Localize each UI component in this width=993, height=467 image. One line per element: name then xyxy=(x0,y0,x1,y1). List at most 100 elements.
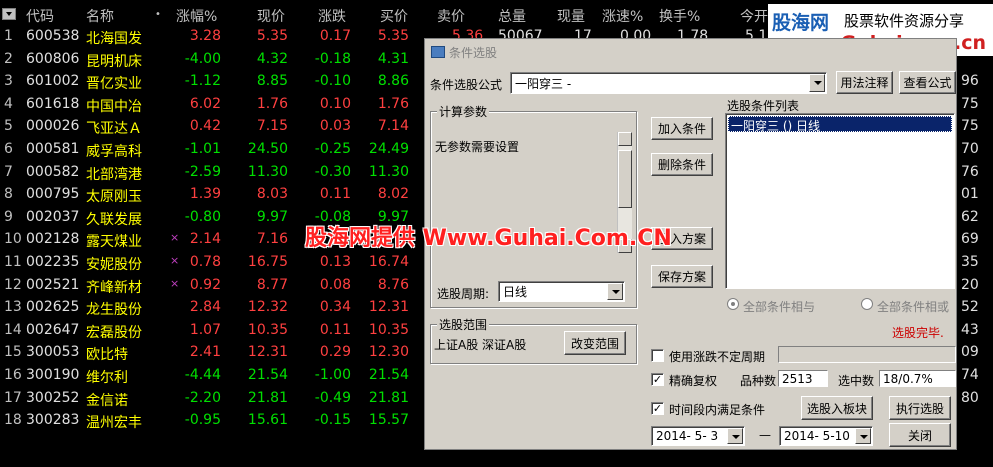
row-bid: 16.74 xyxy=(368,254,409,270)
unfixed-period-label: 使用涨跌不定周期 xyxy=(669,350,766,364)
row-pct: 0.92 xyxy=(189,276,221,293)
row-name: 宏磊股份 xyxy=(86,324,142,341)
row-price: 16.75 xyxy=(247,254,288,270)
row-bid: 1.76 xyxy=(377,95,409,112)
add-condition-button[interactable]: 加入条件 xyxy=(651,117,713,140)
delete-condition-button[interactable]: 删除条件 xyxy=(651,153,713,176)
add-to-block-button[interactable]: 选股入板块 xyxy=(801,396,873,420)
row-bid: 10.35 xyxy=(368,321,409,338)
row-index: 17 xyxy=(4,389,22,406)
usage-notes-button[interactable]: 用法注释 xyxy=(836,71,893,94)
chevron-down-icon[interactable] xyxy=(607,283,623,300)
row-name: 昆明机床 xyxy=(86,53,142,70)
formula-select[interactable]: 一阳穿三 - xyxy=(510,72,827,94)
header-chg[interactable]: 涨跌 xyxy=(318,6,346,26)
header-speed[interactable]: 涨速% xyxy=(602,6,643,26)
row-bid: 24.49 xyxy=(368,141,409,157)
dialog-titlebar[interactable]: 条件选股 xyxy=(425,39,956,65)
scroll-thumb[interactable] xyxy=(618,150,632,208)
row-code: 601002 xyxy=(26,73,80,90)
brand-logo-text: 股海网 xyxy=(772,12,830,34)
row-name: 维尔利 xyxy=(86,370,128,386)
header-turnover[interactable]: 换手% xyxy=(659,6,700,26)
execute-button[interactable]: 执行选股 xyxy=(889,396,951,420)
range-group-title: 选股范围 xyxy=(437,316,490,333)
row-code: 002037 xyxy=(26,208,80,225)
header-bid[interactable]: 买价 xyxy=(380,6,408,26)
scroll-up-icon[interactable] xyxy=(618,132,632,146)
row-index: 11 xyxy=(4,254,22,270)
chevron-down-icon[interactable] xyxy=(855,428,871,444)
row-pct: -4.44 xyxy=(184,367,221,383)
precise-restore-checkbox[interactable]: ✓ xyxy=(651,373,664,386)
time-range-checkbox[interactable]: ✓ xyxy=(651,402,664,415)
row-name: 中国中冶 xyxy=(86,98,142,115)
row-right-value: 43 xyxy=(961,321,979,338)
conditions-list[interactable]: 一阳穿三 () 日线 xyxy=(725,113,955,289)
row-right-value: 20 xyxy=(961,276,979,293)
row-index: 14 xyxy=(4,321,22,338)
header-ask[interactable]: 卖价 xyxy=(437,6,465,26)
row-pct: -1.01 xyxy=(184,141,221,157)
date-from-picker[interactable]: 2014- 5- 3 xyxy=(651,426,745,446)
radio-all-and-label: 全部条件相与 xyxy=(743,300,816,314)
view-formula-button[interactable]: 查看公式 xyxy=(899,71,956,94)
row-bid: 11.30 xyxy=(368,163,409,180)
unfixed-period-checkbox[interactable] xyxy=(651,349,664,362)
row-price: 21.81 xyxy=(247,389,288,406)
row-chg: 0.11 xyxy=(319,186,351,203)
period-label: 选股周期: xyxy=(437,287,490,301)
header-current-vol[interactable]: 现量 xyxy=(557,6,585,26)
row-price: 8.77 xyxy=(256,276,288,293)
row-code: 002128 xyxy=(26,231,80,248)
radio-all-and[interactable] xyxy=(727,298,739,310)
header-volume[interactable]: 总量 xyxy=(498,6,526,26)
row-name: 飞亚达Ａ xyxy=(86,121,142,138)
header-code[interactable]: 代码 xyxy=(26,6,54,26)
period-select[interactable]: 日线 xyxy=(498,281,625,302)
radio-all-or[interactable] xyxy=(861,298,873,310)
header-open[interactable]: 今开 xyxy=(740,6,768,26)
row-name: 欧比特 xyxy=(86,347,128,364)
row-right-value: 01 xyxy=(961,186,979,203)
close-button[interactable]: 关闭 xyxy=(889,423,951,447)
formula-value: 一阳穿三 - xyxy=(515,76,572,91)
row-index: 3 xyxy=(4,73,13,90)
change-range-button[interactable]: 改变范围 xyxy=(564,331,626,355)
sort-dropdown-icon[interactable] xyxy=(2,8,16,20)
row-price: 4.32 xyxy=(256,50,288,67)
row-bid: 21.54 xyxy=(368,367,409,383)
row-code: 300283 xyxy=(26,412,80,429)
row-bid: 12.30 xyxy=(368,344,409,361)
row-name: 久联发展 xyxy=(86,211,142,228)
condition-item[interactable]: 一阳穿三 () 日线 xyxy=(728,116,952,133)
row-right-value: 09 xyxy=(961,344,979,361)
row-chg: 0.11 xyxy=(319,321,351,338)
row-right-value: 75 xyxy=(961,118,979,135)
row-pct: -2.20 xyxy=(184,389,221,406)
unfixed-period-field xyxy=(778,346,956,363)
row-price: 7.15 xyxy=(256,118,288,135)
selected-label: 选中数 xyxy=(838,374,875,388)
row-name: 威孚高科 xyxy=(86,144,142,160)
row-price: 21.54 xyxy=(247,367,288,383)
row-index: 12 xyxy=(4,276,22,293)
row-code: 000582 xyxy=(26,163,80,180)
row-name: 温州宏丰 xyxy=(86,415,142,432)
row-price: 24.50 xyxy=(247,141,288,157)
header-price[interactable]: 现价 xyxy=(257,6,285,26)
header-pct[interactable]: 涨幅% xyxy=(176,6,217,26)
chevron-down-icon[interactable] xyxy=(727,428,743,444)
save-plan-button[interactable]: 保存方案 xyxy=(651,265,713,288)
date-to-picker[interactable]: 2014- 5-10 xyxy=(779,426,873,446)
row-index: 13 xyxy=(4,299,22,316)
row-name: 龙生股份 xyxy=(86,302,142,319)
row-bid: 12.31 xyxy=(368,299,409,316)
header-name[interactable]: 名称 xyxy=(86,6,114,26)
row-code: 000026 xyxy=(26,118,80,135)
params-text: 无参数需要设置 xyxy=(435,140,520,154)
chevron-down-icon[interactable] xyxy=(809,74,825,92)
row-bid: 7.14 xyxy=(377,118,409,135)
row-code: 002235 xyxy=(26,254,80,270)
row-price: 7.16 xyxy=(256,231,288,248)
